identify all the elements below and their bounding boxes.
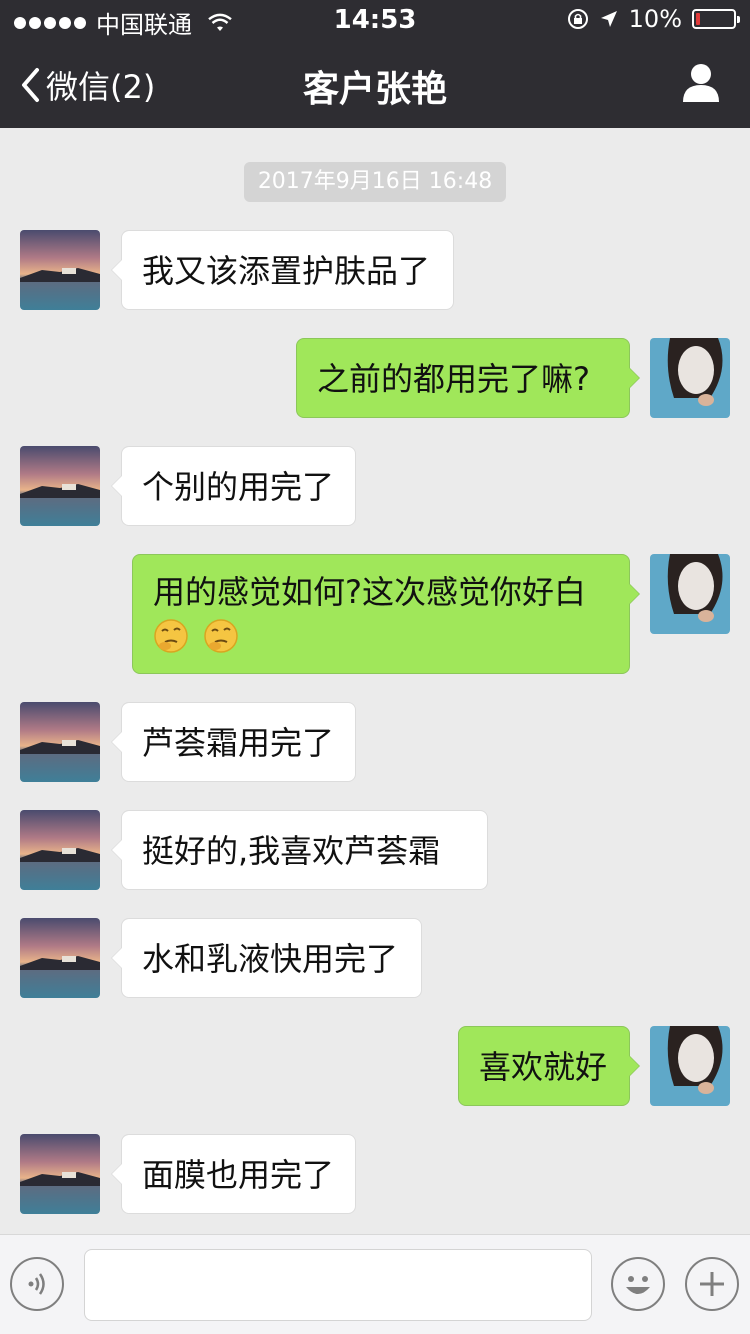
message-bubble[interactable]: 我又该添置护肤品了 [111, 230, 454, 310]
page-title: 客户张艳 [302, 69, 447, 110]
message-text: 喜欢就好 [479, 1048, 608, 1086]
message-bubble[interactable]: 芦荟霜用完了 [111, 702, 356, 782]
message-bubble[interactable]: 面膜也用完了 [111, 1134, 356, 1214]
rotation-lock-icon [567, 9, 588, 29]
message-bubble[interactable]: 之前的都用完了嘛? [296, 338, 640, 418]
thinking-face-icon [204, 619, 238, 653]
message-bubble[interactable]: 挺好的,我喜欢芦荟霜 [111, 810, 488, 890]
customer-avatar[interactable] [20, 702, 100, 782]
chat-area[interactable]: 2017年9月16日 16:48 我又该添置护肤品了 之前的都用完了嘛? 个别的… [0, 128, 750, 1234]
message-text: 水和乳液快用完了 [142, 940, 399, 978]
plus-icon [700, 1272, 724, 1296]
person-icon [683, 64, 719, 102]
header: 中国联通 14:53 10% 微信(2) 客户张艳 [0, 0, 750, 128]
thinking-face-icon [154, 619, 188, 653]
message-bubble[interactable]: 用的感觉如何?这次感觉你好白 [132, 554, 640, 674]
status-bar: 中国联通 14:53 10% [0, 0, 750, 40]
customer-avatar[interactable] [20, 230, 100, 310]
message-text: 之前的都用完了嘛? [317, 360, 590, 398]
customer-avatar[interactable] [20, 1134, 100, 1214]
voice-button[interactable] [10, 1257, 64, 1311]
message-text: 芦荟霜用完了 [142, 724, 335, 762]
emoji-button[interactable] [611, 1257, 665, 1311]
customer-avatar[interactable] [20, 918, 100, 998]
my-avatar[interactable] [650, 1026, 730, 1106]
nav-bar: 微信(2) 客户张艳 [0, 40, 750, 128]
message-text: 个别的用完了 [142, 468, 335, 506]
message-text: 我又该添置护肤品了 [142, 252, 431, 290]
input-bar [0, 1234, 750, 1334]
my-avatar[interactable] [650, 338, 730, 418]
location-arrow-icon [600, 11, 617, 27]
message-text: 挺好的,我喜欢芦荟霜 [142, 832, 441, 870]
message-text: 用的感觉如何?这次感觉你好白 [153, 573, 586, 611]
message-input[interactable] [84, 1249, 592, 1321]
emoji-icon [626, 1276, 650, 1294]
customer-avatar[interactable] [20, 446, 100, 526]
message-bubble[interactable]: 个别的用完了 [111, 446, 356, 526]
contact-info-button[interactable] [682, 62, 720, 106]
my-avatar[interactable] [650, 554, 730, 634]
battery-icon [692, 9, 740, 29]
message-timestamp: 2017年9月16日 16:48 [244, 162, 506, 202]
message-bubble[interactable]: 喜欢就好 [458, 1026, 640, 1106]
battery-percent: 10% [628, 5, 682, 33]
battery-fill [696, 13, 700, 25]
message-bubble[interactable]: 水和乳液快用完了 [111, 918, 422, 998]
voice-icon [28, 1273, 45, 1295]
message-text: 面膜也用完了 [142, 1156, 335, 1194]
more-options-button[interactable] [685, 1257, 739, 1311]
customer-avatar[interactable] [20, 810, 100, 890]
